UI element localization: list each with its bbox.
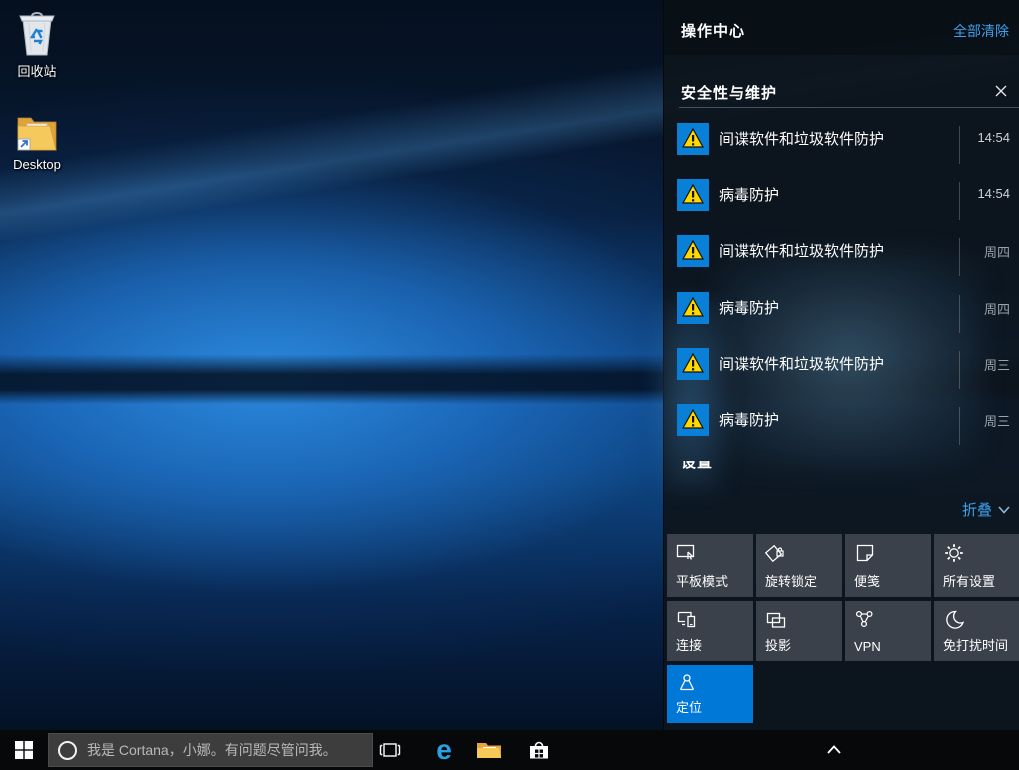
- chevron-down-icon: [998, 506, 1010, 514]
- tile-label: 便笺: [854, 571, 880, 590]
- edge-button[interactable]: e: [427, 730, 461, 770]
- desktop-icon-label: Desktop: [0, 157, 80, 172]
- warning-icon: [677, 179, 709, 211]
- notification-time: 14:54: [964, 130, 1010, 145]
- quick-action-tablet-mode[interactable]: 平板模式: [667, 534, 753, 597]
- desktop-folder-icon: [14, 110, 60, 154]
- clear-all-link[interactable]: 全部清除: [953, 21, 1009, 41]
- task-view-button[interactable]: [373, 730, 407, 770]
- notification-divider: [959, 295, 960, 333]
- taskbar: 我是 Cortana，小娜。有问题尽管问我。 e: [0, 730, 1019, 770]
- tile-label: VPN: [854, 639, 881, 654]
- connect-icon: [676, 609, 698, 631]
- task-view-icon: [377, 730, 403, 770]
- notification-divider: [959, 238, 960, 276]
- tablet-mode-icon: [676, 542, 698, 564]
- notification-item[interactable]: 病毒防护 14:54: [664, 174, 1019, 230]
- warning-icon: [677, 404, 709, 436]
- desktop-icon-label: 回收站: [0, 61, 80, 80]
- notification-item[interactable]: 病毒防护 周三: [664, 399, 1019, 455]
- notification-time: 周三: [964, 411, 1010, 430]
- recycle-bin-icon: [14, 8, 60, 58]
- notification-item[interactable]: 间谍软件和垃圾软件防护 周三: [664, 343, 1019, 399]
- windows-desktop: 回收站 Desktop 操作中心 全部清除 安全性与维护: [0, 0, 1019, 770]
- note-icon: [854, 542, 876, 564]
- notification-title: 病毒防护: [719, 409, 779, 430]
- notification-divider: [959, 351, 960, 389]
- tile-label: 投影: [765, 635, 791, 654]
- collapse-label: 折叠: [962, 499, 992, 520]
- warning-icon: [677, 348, 709, 380]
- notification-time: 14:54: [964, 186, 1010, 201]
- quick-action-project[interactable]: 投影: [756, 601, 842, 661]
- action-center-panel: 操作中心 全部清除 安全性与维护 间谍软件和垃圾软件防护 14:54 病毒防护 …: [663, 0, 1019, 770]
- tile-label: 定位: [676, 697, 702, 716]
- quick-action-quiet-hours[interactable]: 免打扰时间: [934, 601, 1019, 661]
- quick-action-rotation-lock[interactable]: 旋转锁定: [756, 534, 842, 597]
- cortana-search-box[interactable]: 我是 Cortana，小娜。有问题尽管问我。: [48, 733, 373, 767]
- store-icon: [526, 730, 552, 770]
- collapse-button[interactable]: 折叠: [962, 499, 1010, 520]
- windows-logo-icon: [15, 741, 33, 759]
- notification-time: 周四: [964, 242, 1010, 261]
- notification-title: 间谍软件和垃圾软件防护: [719, 240, 884, 261]
- tile-label: 连接: [676, 635, 702, 654]
- quick-action-location[interactable]: 定位: [667, 665, 753, 723]
- notification-divider: [959, 407, 960, 445]
- settings-gear-icon: [943, 542, 965, 564]
- quick-action-all-settings[interactable]: 所有设置: [934, 534, 1019, 597]
- quick-actions-grid: 平板模式 旋转锁定 便笺: [667, 534, 1019, 723]
- tile-label: 旋转锁定: [765, 571, 817, 590]
- notification-title: 间谍软件和垃圾软件防护: [719, 128, 884, 149]
- tile-label: 所有设置: [943, 571, 995, 590]
- warning-icon: [677, 292, 709, 324]
- quick-action-note[interactable]: 便笺: [845, 534, 931, 597]
- notification-item[interactable]: 间谍软件和垃圾软件防护 14:54: [664, 118, 1019, 174]
- warning-icon: [677, 123, 709, 155]
- tile-label: 平板模式: [676, 571, 728, 590]
- cortana-ring-icon: [58, 741, 77, 760]
- desktop-icon-recycle-bin[interactable]: 回收站: [0, 8, 80, 80]
- notification-title: 间谍软件和垃圾软件防护: [719, 353, 884, 374]
- file-explorer-icon: [475, 730, 503, 770]
- notification-time: 周四: [964, 299, 1010, 318]
- notification-divider: [959, 126, 960, 164]
- notification-item[interactable]: 病毒防护 周四: [664, 287, 1019, 343]
- start-button[interactable]: [0, 730, 48, 770]
- quick-action-vpn[interactable]: VPN: [845, 601, 931, 661]
- rotation-lock-icon: [765, 542, 787, 564]
- project-icon: [765, 609, 787, 631]
- notification-title: 病毒防护: [719, 297, 779, 318]
- action-center-title: 操作中心: [681, 20, 745, 41]
- search-placeholder: 我是 Cortana，小娜。有问题尽管问我。: [87, 740, 337, 760]
- chevron-up-icon: [826, 730, 842, 770]
- next-group-title-clipped: 设置: [681, 461, 713, 477]
- notification-time: 周三: [964, 355, 1010, 374]
- location-icon: [676, 673, 698, 695]
- edge-icon: e: [430, 730, 458, 770]
- quiet-hours-moon-icon: [943, 609, 965, 631]
- group-divider: [679, 107, 1019, 108]
- vpn-icon: [854, 609, 876, 631]
- notification-title: 病毒防护: [719, 184, 779, 205]
- warning-icon: [677, 235, 709, 267]
- store-button[interactable]: [522, 730, 556, 770]
- action-center-header: 操作中心 全部清除: [664, 0, 1019, 55]
- quick-action-connect[interactable]: 连接: [667, 601, 753, 661]
- tile-label: 免打扰时间: [943, 635, 1008, 654]
- notification-item[interactable]: 间谍软件和垃圾软件防护 周四: [664, 230, 1019, 286]
- file-explorer-button[interactable]: [472, 730, 506, 770]
- desktop-icon-desktop-folder[interactable]: Desktop: [0, 110, 80, 172]
- notification-divider: [959, 182, 960, 220]
- notification-group-title: 安全性与维护: [681, 82, 777, 103]
- tray-expand-button[interactable]: [826, 730, 850, 770]
- close-icon[interactable]: [994, 84, 1008, 98]
